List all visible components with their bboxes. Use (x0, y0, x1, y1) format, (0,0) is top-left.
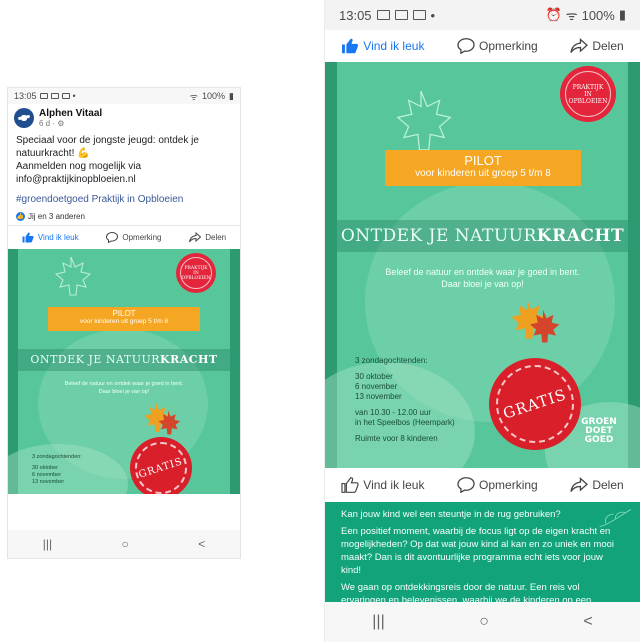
post-meta: 6 d · ⚙ (39, 119, 65, 128)
action-bar-top: Vind ik leuk Opmerking Delen (325, 30, 640, 62)
share-icon (570, 38, 589, 53)
hashtags[interactable]: #groendoetgoed Praktijk in Opbloeien (8, 190, 240, 209)
maple-leaf-outline-icon (54, 256, 92, 296)
comment-icon (457, 38, 475, 54)
event-poster[interactable]: PRAKTIJK IN OPBLOEIEN PILOT voor kindere… (8, 249, 240, 494)
thumbs-up-icon (342, 38, 359, 54)
tagline: Beleef de natuur en ontdek waar je goed … (385, 267, 580, 289)
like-button[interactable]: Vind ik leuk (341, 38, 424, 54)
headline-band: ONTDEK JE NATUURKRACHT (337, 220, 628, 252)
post-header: Alphen Vitaal 6 d · ⚙ (8, 104, 240, 132)
groen-doet-goed-logo: GROEN DOET GOED (581, 417, 617, 445)
back-button[interactable]: < (198, 537, 205, 551)
linkedin-icon (412, 10, 426, 20)
schedule: 3 zondagochtenden: 30 oktober 6 november… (355, 356, 455, 443)
android-nav-bar: ||| ○ < (325, 602, 640, 642)
battery-text: 100% (202, 91, 226, 101)
share-icon (570, 477, 589, 492)
home-button[interactable]: ○ (122, 537, 129, 551)
thumbs-up-outline-icon (341, 477, 359, 493)
phone-left: 13:05 • ᯤ 100% ▮ Alphen Vitaal 6 d · ⚙ S… (8, 88, 240, 558)
share-button[interactable]: Delen (570, 38, 624, 54)
comment-icon (106, 232, 119, 243)
notification-icon (50, 93, 59, 99)
status-bar: 13:05 • ⏰ ᯤ 100% ▮ (325, 0, 640, 30)
email-link[interactable]: info@praktijkinopbloeien.nl (16, 173, 232, 186)
android-nav-bar: ||| ○ < (8, 530, 240, 558)
wifi-icon: ᯤ (189, 91, 199, 102)
screenshot-stage: 13:05 • ᯤ 100% ▮ Alphen Vitaal 6 d · ⚙ S… (0, 0, 640, 642)
praktijk-logo: PRAKTIJK IN OPBLOEIEN (560, 66, 616, 122)
battery-icon: ▮ (229, 90, 234, 101)
like-button[interactable]: Vind ik leuk (341, 477, 424, 493)
share-button[interactable]: Delen (570, 477, 624, 493)
leaf-outline-icon (599, 509, 632, 527)
share-icon (189, 232, 202, 243)
page-name[interactable]: Alphen Vitaal (39, 108, 102, 119)
action-bar: Vind ik leuk Opmerking Delen (8, 225, 240, 249)
linkedin-icon (61, 93, 70, 99)
pilot-banner: PILOT voor kinderen uit groep 5 t/m 8 (48, 307, 200, 331)
like-reaction-icon: 👍 (16, 212, 25, 221)
comment-icon (457, 477, 475, 493)
home-button[interactable]: ○ (479, 613, 489, 631)
maple-leaf-icon (530, 309, 560, 343)
like-button[interactable]: Vind ik leuk (22, 232, 79, 243)
battery-text: 100% (581, 7, 615, 23)
gratis-stamp: GRATIS (489, 358, 581, 450)
notification-icon (376, 10, 390, 20)
reactions-text: Jij en 3 anderen (28, 212, 85, 221)
status-time: 13:05 (14, 91, 37, 101)
schedule: 3 zondagochtenden: 30 oktober 6 november… (32, 454, 82, 485)
status-time: 13:05 (339, 7, 372, 23)
post-text: Speciaal voor de jongste jeugd: ontdek j… (8, 132, 240, 190)
share-button[interactable]: Delen (189, 232, 226, 243)
maple-leaf-icon (158, 410, 181, 435)
wifi-icon: ᯤ (565, 8, 578, 23)
reactions-summary[interactable]: 👍 Jij en 3 anderen (8, 209, 240, 225)
back-button[interactable]: < (583, 613, 592, 631)
alarm-icon: ⏰ (545, 7, 562, 22)
pilot-banner: PILOT voor kinderen uit groep 5 t/m 8 (385, 150, 581, 186)
action-bar-bottom: Vind ik leuk Opmerking Delen (325, 468, 640, 502)
battery-icon: ▮ (618, 7, 626, 22)
maple-leaf-outline-icon (396, 90, 452, 151)
gratis-stamp: GRATIS (130, 437, 192, 494)
status-bar: 13:05 • ᯤ 100% ▮ (8, 88, 240, 104)
praktijk-logo: PRAKTIJK IN OPBLOEIEN (176, 253, 216, 293)
comment-button[interactable]: Opmerking (106, 232, 161, 243)
recent-apps-button[interactable]: ||| (43, 537, 52, 551)
headline-band: ONTDEK JE NATUURKRACHT (18, 349, 230, 371)
comment-button[interactable]: Opmerking (457, 38, 538, 54)
tagline: Beleef de natuur en ontdek waar je goed … (64, 381, 184, 395)
notification-icon (39, 93, 48, 99)
event-poster[interactable]: PRAKTIJK IN OPBLOEIEN PILOT voor kindere… (325, 62, 640, 468)
comment-button[interactable]: Opmerking (457, 477, 538, 493)
recent-apps-button[interactable]: ||| (372, 613, 384, 631)
thumbs-up-icon (22, 232, 34, 243)
avatar[interactable] (14, 108, 34, 128)
notification-icon (394, 10, 408, 20)
phone-right: 13:05 • ⏰ ᯤ 100% ▮ Vind ik leuk Opmerkin… (325, 0, 640, 642)
